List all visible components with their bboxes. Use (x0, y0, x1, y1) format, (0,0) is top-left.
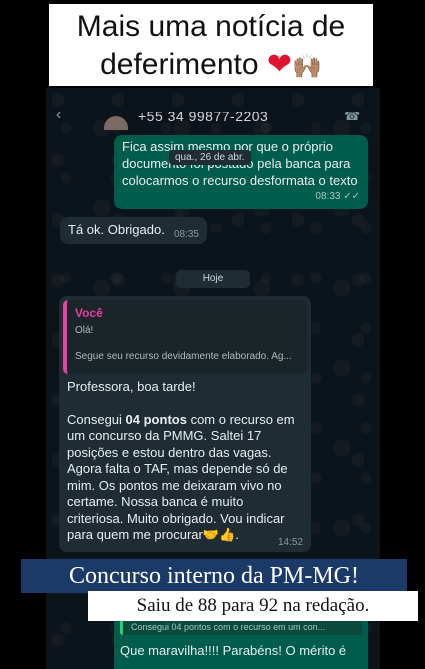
reply-paragraph: Consegui 04 pontos com o recurso em um c… (67, 411, 295, 543)
quote-line-1: Olá! (75, 325, 94, 336)
caption-subline: Saiu de 88 para 92 na redação. (88, 591, 418, 621)
outgoing-message[interactable]: Fica assim mesmo por que o próprio docum… (114, 135, 368, 209)
handshake-thumbs-emoji-icon: 🤝👍 (202, 527, 236, 542)
quoted-message[interactable]: Você Olá! Segue seu recurso devidamente … (63, 300, 307, 374)
reply-body: Professora, boa tarde! Consegui 04 ponto… (63, 374, 307, 544)
back-arrow-icon[interactable]: ‹ (56, 112, 61, 124)
incoming-message[interactable]: Tá ok. Obrigado. 08:35 (60, 217, 207, 244)
outgoing-reply-message[interactable]: Consegui 04 pontos com o recurso em um c… (114, 615, 368, 669)
message-time: 14:52 (277, 537, 303, 548)
quote-line-2: Segue seu recurso devidamente elaborado.… (75, 351, 292, 362)
heart-icon: ❤ (266, 48, 293, 81)
avatar[interactable] (104, 116, 128, 130)
call-icon[interactable]: ☎ (344, 112, 360, 124)
chat-header: ‹ +55 34 99877-2203 ☎ (46, 112, 380, 130)
today-pill: Hoje (176, 270, 250, 288)
incoming-message-text: Tá ok. Obrigado. (68, 222, 165, 237)
contact-phone[interactable]: +55 34 99877-2203 (138, 112, 268, 124)
caption-headline: Concurso interno da PM-MG! (21, 559, 407, 593)
quote-author: Você (75, 306, 103, 320)
read-ticks-icon: ✓✓ (343, 191, 360, 202)
reply-greeting: Professora, boa tarde! (67, 379, 196, 394)
message-time: 08:35 (173, 229, 199, 240)
date-pill: qua., 26 de abr. (169, 150, 251, 165)
quoted-message[interactable]: Consegui 04 pontos com o recurso em um c… (120, 619, 362, 635)
title-card: Mais uma notícia de deferimento ❤🙌🏽 (49, 4, 373, 86)
title-line-1: Mais uma notícia de (76, 10, 346, 43)
outgoing-message-text: Que maravilha!!!! Parabéns! O mérito é (120, 643, 347, 658)
title-line-2: deferimento ❤🙌🏽 (49, 46, 373, 86)
incoming-reply-message[interactable]: Você Olá! Segue seu recurso devidamente … (59, 296, 311, 552)
message-time: 08:33 ✓✓ (315, 191, 360, 202)
raised-hands-icon: 🙌🏽 (292, 53, 322, 80)
